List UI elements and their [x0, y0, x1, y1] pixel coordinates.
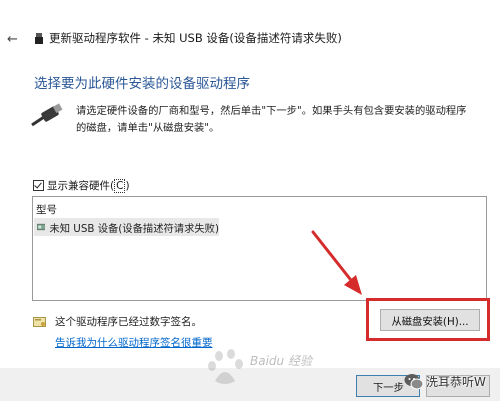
model-list-item[interactable]: 未知 USB 设备(设备描述符请求失败): [34, 218, 219, 236]
show-compatible-label: 显示兼容硬件(: [47, 180, 115, 192]
signature-status-text: 这个驱动程序已经过数字签名。: [55, 316, 202, 328]
model-item-label: 未知 USB 设备(设备描述符请求失败): [49, 222, 219, 235]
model-listbox[interactable]: [32, 196, 487, 301]
baidu-paw-watermark: [208, 349, 243, 384]
annotation-highlight-box: [366, 298, 490, 341]
checkbox-checked-icon[interactable]: [33, 180, 44, 191]
wechat-icon: [404, 374, 424, 390]
page-heading: 选择要为此硬件安装的设备驱动程序: [34, 76, 250, 92]
wechat-account-label: 洗耳恭听W: [426, 375, 486, 389]
model-column-header: 型号: [36, 204, 57, 216]
accelerator-key: C: [114, 178, 126, 193]
device-driver-icon: [37, 223, 46, 231]
signed-driver-icon: [33, 317, 46, 327]
baidu-watermark-text: Baidu 经验: [250, 354, 312, 368]
usb-device-icon: [35, 33, 43, 44]
instruction-text: 请选定硬件设备的厂商和型号，然后单击"下一步"。如果手头有包含要安装的驱动程序的…: [76, 105, 467, 134]
why-signing-important-link[interactable]: 告诉我为什么驱动程序签名很重要: [55, 335, 213, 350]
back-arrow-icon[interactable]: ←: [7, 32, 18, 47]
show-compatible-label-end: ): [125, 179, 130, 192]
usb-cable-icon: [31, 103, 63, 127]
window-title: 更新驱动程序软件 - 未知 USB 设备(设备描述符请求失败): [49, 31, 342, 45]
show-compatible-hardware-checkbox[interactable]: 显示兼容硬件( C ): [33, 178, 130, 193]
